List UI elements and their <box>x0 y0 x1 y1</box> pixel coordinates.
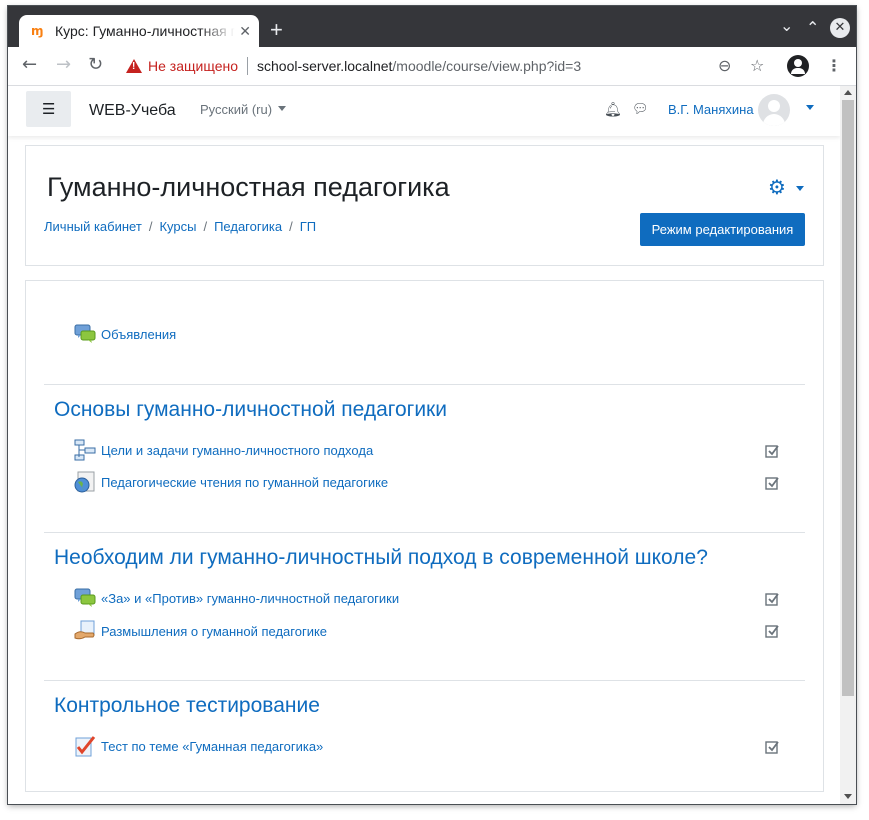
section-divider <box>44 384 805 385</box>
address-bar[interactable]: Не защищено school-server.localnet/moodle… <box>126 56 581 76</box>
forward-arrow-icon[interactable]: → <box>56 55 71 75</box>
forum-icon <box>74 588 96 607</box>
reload-icon[interactable]: ↻ <box>88 55 103 75</box>
completion-checkbox-icon[interactable] <box>765 624 779 638</box>
forum-icon <box>74 324 96 343</box>
bookmark-star-icon[interactable]: ☆ <box>750 56 764 76</box>
activity-link[interactable]: Размышления о гуманной педагогике <box>101 624 327 640</box>
window-close-button[interactable]: ✕ <box>830 18 850 38</box>
tab-title: Курс: Гуманно-личностная педагогика <box>55 23 235 39</box>
section-title[interactable]: Контрольное тестирование <box>54 693 320 719</box>
section-title[interactable]: Основы гуманно-личностной педагогики <box>54 397 447 423</box>
page-viewport: ☰ WEB-Учеба Русский (ru) 🔔︎ 💬︎ В.Г. Маня… <box>8 86 840 804</box>
zoom-icon[interactable]: ⊖ <box>718 56 731 76</box>
browser-tab[interactable]: ɱ Курс: Гуманно-личностная педагогика ✕ <box>19 15 259 47</box>
site-brand[interactable]: WEB-Учеба <box>89 101 176 121</box>
moodle-favicon-icon: ɱ <box>31 24 44 38</box>
new-tab-button[interactable]: + <box>270 19 283 41</box>
messages-icon[interactable]: 💬︎ <box>632 102 649 118</box>
activity-link[interactable]: «За» и «Против» гуманно-личностной педаг… <box>101 591 399 607</box>
tab-strip: ɱ Курс: Гуманно-личностная педагогика ✕ … <box>8 6 856 47</box>
page-title: Гуманно-личностная педагогика <box>47 172 450 202</box>
assignment-icon <box>74 620 95 640</box>
scroll-down-arrow-icon[interactable] <box>844 794 852 799</box>
scroll-up-arrow-icon[interactable] <box>844 90 852 95</box>
chevron-up-icon[interactable]: ⌃ <box>806 20 819 36</box>
breadcrumb-link[interactable]: Личный кабинет <box>44 219 142 234</box>
security-status[interactable]: Не защищено <box>148 58 238 74</box>
hamburger-icon: ☰ <box>42 100 56 118</box>
activity-link[interactable]: Цели и задачи гуманно-личностного подход… <box>101 443 373 459</box>
caret-down-icon <box>278 106 287 111</box>
back-arrow-icon[interactable]: ← <box>22 55 37 75</box>
omnibox-separator <box>247 57 248 75</box>
completion-checkbox-icon[interactable] <box>765 444 779 458</box>
moodle-navbar: ☰ WEB-Учеба Русский (ru) 🔔︎ 💬︎ В.Г. Маня… <box>8 86 840 136</box>
user-menu-caret-icon[interactable] <box>806 105 814 110</box>
user-avatar[interactable] <box>758 94 790 126</box>
completion-checkbox-icon[interactable] <box>765 740 779 754</box>
section-divider <box>44 680 805 681</box>
address-toolbar: ← → ↻ Не защищено school-server.localnet/… <box>8 47 856 86</box>
course-content: Объявления Основы гуманно-личностной пед… <box>25 280 824 792</box>
quiz-icon <box>75 736 96 757</box>
edit-mode-button[interactable]: Режим редактирования <box>640 213 805 246</box>
completion-checkbox-icon[interactable] <box>765 592 779 606</box>
drawer-toggle-button[interactable]: ☰ <box>26 91 71 127</box>
breadcrumb-separator: / <box>148 219 153 234</box>
browser-menu-icon[interactable]: ⋮ <box>826 56 842 76</box>
page-scrollbar[interactable] <box>840 86 856 804</box>
chevron-down-icon[interactable]: ⌄ <box>780 18 793 34</box>
activity-link[interactable]: Педагогические чтения по гуманной педаго… <box>101 475 388 491</box>
page-header: Гуманно-личностная педагогика ⚙ Личный к… <box>25 145 824 266</box>
url-host: school-server.localnet <box>257 58 393 74</box>
url-path: /moodle/course/view.php?id=3 <box>392 58 582 74</box>
language-menu[interactable]: Русский (ru) <box>200 101 287 119</box>
url-icon <box>74 471 95 493</box>
book-icon <box>74 439 96 461</box>
activity-link[interactable]: Тест по теме «Гуманная педагогика» <box>101 739 323 755</box>
notification-bell-icon[interactable]: 🔔︎ <box>604 102 622 118</box>
completion-checkbox-icon[interactable] <box>765 476 779 490</box>
breadcrumb-link[interactable]: Педагогика <box>214 219 282 234</box>
scrollbar-thumb[interactable] <box>842 100 854 696</box>
breadcrumb: Личный кабинет / Курсы / Педагогика / ГП <box>44 219 316 235</box>
breadcrumb-separator: / <box>289 219 293 234</box>
activity-link[interactable]: Объявления <box>101 327 176 343</box>
profile-avatar-icon[interactable] <box>787 55 809 77</box>
caret-down-icon[interactable] <box>796 186 804 191</box>
breadcrumb-link[interactable]: Курсы <box>159 219 196 234</box>
breadcrumb-link[interactable]: ГП <box>300 219 316 234</box>
section-title[interactable]: Необходим ли гуманно-личностный подход в… <box>54 545 708 571</box>
browser-window: ɱ Курс: Гуманно-личностная педагогика ✕ … <box>8 6 856 804</box>
language-label: Русский (ru) <box>200 102 273 117</box>
breadcrumb-separator: / <box>203 219 208 234</box>
user-name[interactable]: В.Г. Маняхина <box>668 101 754 119</box>
tab-close-icon[interactable]: ✕ <box>239 23 251 39</box>
gear-icon[interactable]: ⚙ <box>768 177 786 197</box>
warning-icon <box>126 59 142 73</box>
section-divider <box>44 532 805 533</box>
